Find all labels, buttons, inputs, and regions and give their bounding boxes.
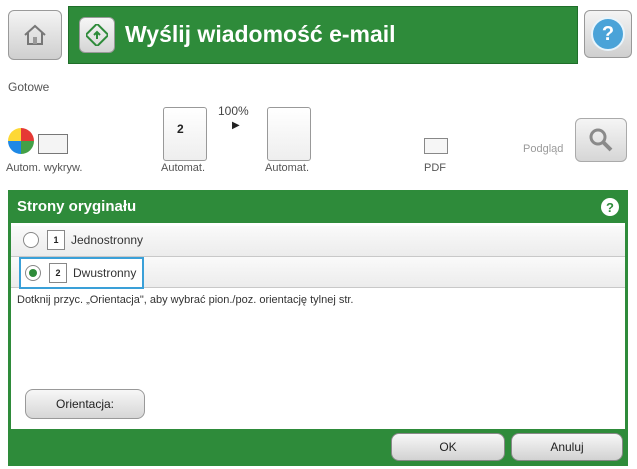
option-one-sided[interactable]: 1 Jednostronny: [19, 228, 149, 252]
status-text: Gotowe: [8, 80, 50, 94]
option-row-one-sided[interactable]: 1 Jednostronny: [11, 226, 625, 257]
envelope-icon[interactable]: [424, 138, 448, 154]
option-label: Dwustronny: [73, 266, 137, 280]
dialog-help-icon[interactable]: ?: [601, 198, 619, 216]
sides-setting-button[interactable]: 2: [163, 107, 207, 161]
sides-number: 2: [177, 122, 184, 136]
monochrome-icon[interactable]: [38, 134, 68, 154]
option-row-two-sided[interactable]: 2 Dwustronny: [11, 257, 625, 289]
radio-dot-icon: [29, 269, 37, 277]
page-number-icon: 1: [47, 230, 65, 250]
cancel-button[interactable]: Anuluj: [511, 433, 623, 461]
option-two-sided[interactable]: 2 Dwustronny: [19, 257, 145, 289]
size-label: Automat.: [265, 162, 310, 174]
preview-button[interactable]: [575, 118, 627, 162]
start-button[interactable]: [79, 17, 115, 53]
help-icon: ?: [591, 17, 625, 51]
ok-button[interactable]: OK: [391, 433, 505, 461]
format-label: PDF: [424, 162, 446, 174]
radio-button[interactable]: [23, 232, 39, 248]
page-number-icon: 2: [49, 263, 67, 283]
hint-text: Dotknij przyc. „Orientacja", aby wybrać …: [17, 294, 354, 306]
top-bar: Wyślij wiadomość e-mail ?: [0, 0, 637, 70]
arrow-right-icon: ▶: [232, 120, 240, 131]
email-start-icon: [86, 24, 108, 46]
scale-value: 100%: [218, 104, 249, 118]
original-sides-dialog: Strony oryginału ? 1 Jednostronny 2 Dwus…: [8, 190, 628, 466]
magnifier-icon: [589, 128, 613, 152]
radio-button-selected[interactable]: [25, 265, 41, 281]
dialog-header: Strony oryginału ?: [11, 193, 625, 223]
home-icon: [24, 24, 46, 45]
color-detect-icon[interactable]: [8, 128, 34, 154]
sides-label: Automat.: [161, 162, 206, 174]
color-mode-label: Autom. wykryw.: [6, 162, 83, 174]
option-label: Jednostronny: [71, 233, 144, 247]
dialog-footer: OK Anuluj: [11, 429, 625, 463]
page-title: Wyślij wiadomość e-mail: [125, 21, 396, 47]
size-setting-button[interactable]: [267, 107, 311, 161]
dialog-title: Strony oryginału: [17, 198, 137, 215]
home-button[interactable]: [8, 10, 62, 60]
orientation-button[interactable]: Orientacja:: [25, 389, 145, 419]
title-bar: Wyślij wiadomość e-mail: [68, 6, 578, 64]
help-button[interactable]: ?: [584, 10, 632, 58]
preview-label: Podgląd: [523, 143, 564, 155]
